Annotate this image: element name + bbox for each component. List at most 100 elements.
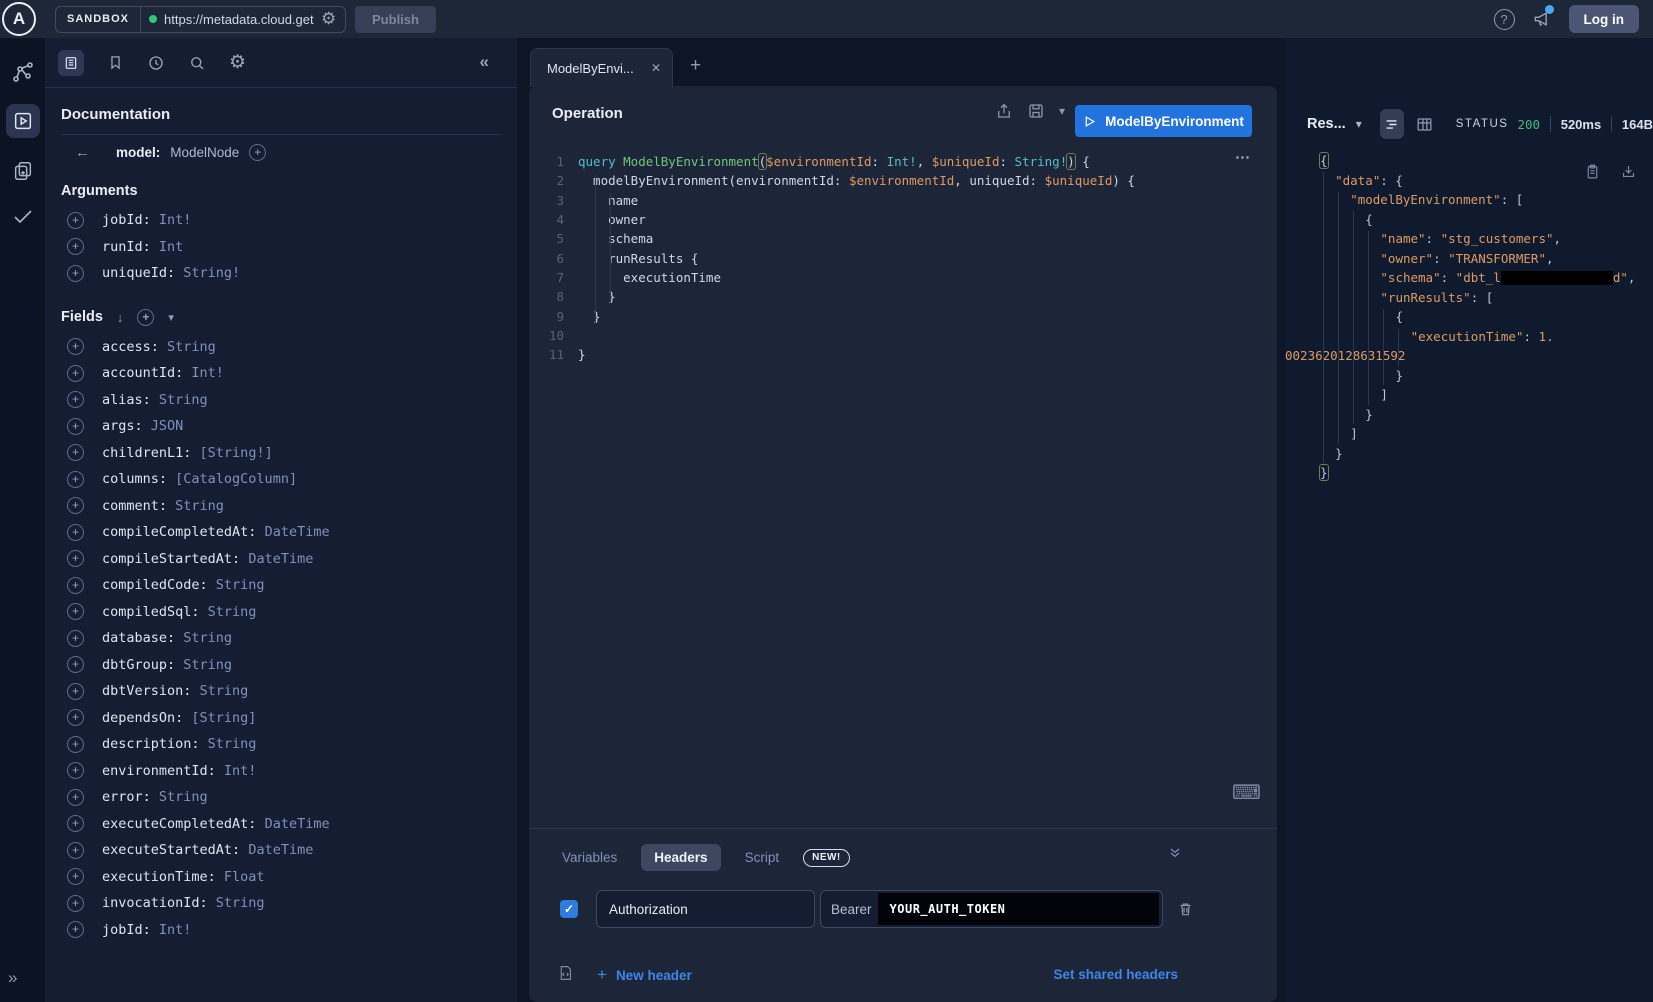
tab-variables[interactable]: Variables [552, 844, 627, 871]
add-field-icon[interactable] [67, 789, 84, 806]
response-json-viewer[interactable]: {"data": {"modelByEnvironment": [{"name"… [1285, 151, 1653, 483]
add-field-icon[interactable] [67, 630, 84, 647]
code-line[interactable]: 3 name [529, 191, 1277, 210]
header-key-input[interactable]: Authorization [596, 890, 815, 928]
add-field-icon[interactable] [67, 418, 84, 435]
new-tab-icon[interactable]: + [690, 55, 701, 77]
code-line[interactable]: 11} [529, 345, 1277, 364]
add-to-query-icon[interactable] [249, 144, 266, 161]
add-field-icon[interactable] [67, 577, 84, 594]
field-signature[interactable]: executeStartedAt: DateTime [102, 842, 313, 858]
field-signature[interactable]: access: String [102, 339, 216, 355]
field-signature[interactable]: database: String [102, 630, 232, 646]
field-signature[interactable]: compileCompletedAt: DateTime [102, 524, 330, 540]
field-signature[interactable]: description: String [102, 736, 256, 752]
add-field-icon[interactable] [67, 656, 84, 673]
endpoint-control[interactable]: SANDBOX https://metadata.cloud.get ⚙ [55, 6, 346, 33]
login-button[interactable]: Log in [1569, 5, 1640, 33]
search-icon[interactable] [188, 54, 206, 72]
run-operation-button[interactable]: ModelByEnvironment [1075, 105, 1252, 137]
documentation-tab-icon[interactable] [58, 50, 84, 76]
close-tab-icon[interactable]: ✕ [651, 61, 661, 75]
code-line[interactable]: 1query ModelByEnvironment($environmentId… [529, 152, 1277, 171]
code-line[interactable]: 2 modelByEnvironment(environmentId: $env… [529, 171, 1277, 190]
response-dropdown-chevron-icon[interactable]: ▾ [1356, 117, 1362, 131]
save-operation-icon[interactable] [1027, 102, 1045, 120]
chevron-down-icon[interactable]: ▾ [168, 311, 174, 324]
add-field-icon[interactable] [67, 212, 84, 229]
field-signature[interactable]: invocationId: String [102, 895, 265, 911]
add-field-icon[interactable] [67, 709, 84, 726]
set-shared-headers-link[interactable]: Set shared headers [1053, 967, 1178, 982]
explorer-tab-icon[interactable] [6, 104, 40, 138]
field-signature[interactable]: alias: String [102, 392, 208, 408]
add-field-icon[interactable] [67, 868, 84, 885]
collapse-subpanel-icon[interactable] [1167, 845, 1183, 861]
publish-button[interactable]: Publish [355, 6, 436, 33]
delete-header-trash-icon[interactable] [1177, 900, 1194, 918]
field-signature[interactable]: error: String [102, 789, 208, 805]
add-all-fields-icon[interactable] [137, 309, 154, 326]
field-signature[interactable]: environmentId: Int! [102, 763, 256, 779]
field-signature[interactable]: dbtVersion: String [102, 683, 248, 699]
field-signature[interactable]: runId: Int [102, 239, 183, 255]
code-line[interactable]: 4 owner [529, 210, 1277, 229]
back-arrow-icon[interactable]: ← [75, 144, 90, 161]
save-dropdown-chevron-icon[interactable]: ▾ [1059, 104, 1065, 118]
add-field-icon[interactable] [67, 365, 84, 382]
sort-fields-icon[interactable]: ↓ [117, 310, 124, 325]
add-field-icon[interactable] [67, 391, 84, 408]
header-enabled-checkbox[interactable] [560, 900, 578, 918]
endpoint-url-field[interactable]: https://metadata.cloud.get ⚙ [141, 7, 345, 32]
table-view-toggle-icon[interactable] [1415, 115, 1434, 134]
field-signature[interactable]: executionTime: Float [102, 869, 265, 885]
share-operation-icon[interactable] [995, 102, 1013, 120]
add-field-icon[interactable] [67, 762, 84, 779]
add-field-icon[interactable] [67, 842, 84, 859]
breadcrumb-type[interactable]: ModelNode [170, 145, 239, 160]
operation-tab[interactable]: ModelByEnvi... ✕ [530, 48, 673, 87]
add-field-icon[interactable] [67, 550, 84, 567]
field-signature[interactable]: uniqueId: String! [102, 265, 240, 281]
auth-token-field[interactable]: YOUR_AUTH_TOKEN [878, 893, 1159, 925]
field-signature[interactable]: compiledCode: String [102, 577, 265, 593]
add-field-icon[interactable] [67, 683, 84, 700]
add-field-icon[interactable] [67, 603, 84, 620]
preview-headers-file-icon[interactable] [557, 964, 574, 982]
code-line[interactable]: 7 executionTime [529, 268, 1277, 287]
tab-headers[interactable]: Headers [641, 844, 720, 871]
code-line[interactable]: 6 runResults { [529, 248, 1277, 267]
field-signature[interactable]: columns: [CatalogColumn] [102, 471, 297, 487]
field-signature[interactable]: args: JSON [102, 418, 183, 434]
field-signature[interactable]: jobId: Int! [102, 212, 191, 228]
field-signature[interactable]: compileStartedAt: DateTime [102, 551, 313, 567]
graphql-editor[interactable]: 1query ModelByEnvironment($environmentId… [529, 152, 1277, 364]
add-field-icon[interactable] [67, 736, 84, 753]
field-signature[interactable]: compiledSql: String [102, 604, 256, 620]
tab-script[interactable]: Script [735, 844, 790, 871]
field-signature[interactable]: comment: String [102, 498, 224, 514]
code-line[interactable]: 9 } [529, 306, 1277, 325]
add-field-icon[interactable] [67, 497, 84, 514]
bookmarks-icon[interactable] [107, 54, 124, 71]
expand-rail-icon[interactable]: » [8, 968, 17, 988]
field-signature[interactable]: childrenL1: [String!] [102, 445, 273, 461]
add-field-icon[interactable] [67, 444, 84, 461]
code-line[interactable]: 10 [529, 326, 1277, 345]
history-icon[interactable] [147, 54, 165, 72]
endpoint-settings-gear-icon[interactable]: ⚙ [321, 9, 336, 29]
new-header-button[interactable]: + New header [597, 965, 692, 985]
checks-icon[interactable] [11, 204, 35, 228]
code-line[interactable]: 5 schema [529, 229, 1277, 248]
schema-graph-icon[interactable] [11, 60, 35, 84]
add-field-icon[interactable] [67, 265, 84, 282]
add-field-icon[interactable] [67, 238, 84, 255]
collapse-panel-icon[interactable]: « [480, 52, 489, 72]
add-field-icon[interactable] [67, 338, 84, 355]
help-icon[interactable]: ? [1494, 9, 1515, 30]
field-signature[interactable]: dbtGroup: String [102, 657, 232, 673]
keyboard-shortcuts-icon[interactable]: ⌨ [1232, 780, 1261, 805]
header-value-input[interactable]: Bearer YOUR_AUTH_TOKEN [820, 890, 1163, 928]
add-field-icon[interactable] [67, 895, 84, 912]
add-field-icon[interactable] [67, 815, 84, 832]
